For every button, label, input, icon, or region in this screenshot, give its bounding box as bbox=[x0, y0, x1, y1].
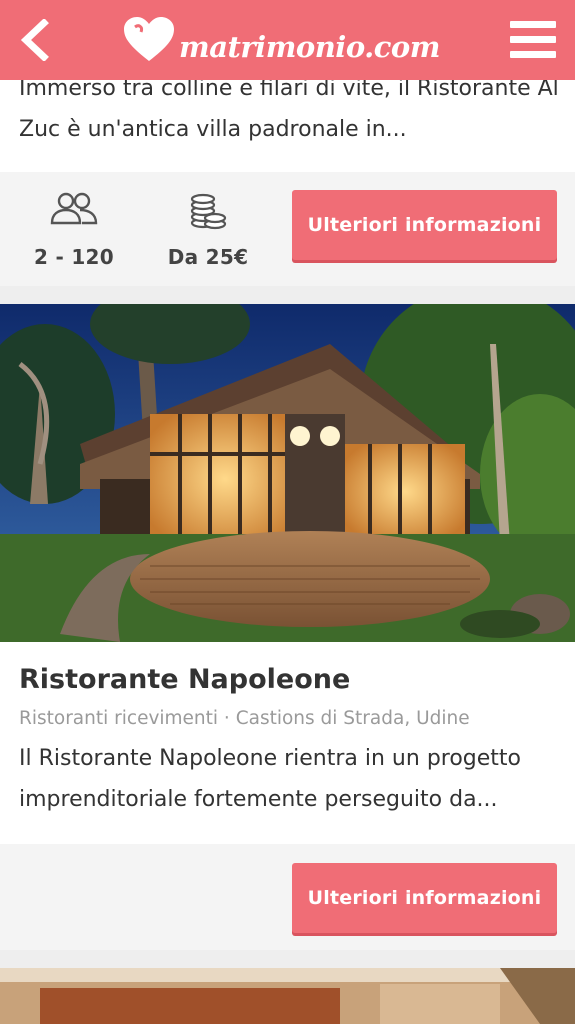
venue-description: Immerso tra colline e filari di vite, il… bbox=[19, 76, 559, 142]
coins-icon bbox=[190, 193, 227, 230]
venue-photo[interactable] bbox=[0, 304, 575, 642]
venue-category-location: Ristoranti ricevimenti · Castions di Str… bbox=[19, 708, 470, 729]
price-value: Da 25€ bbox=[167, 245, 249, 269]
guests-icon bbox=[50, 192, 98, 225]
venue-card-body[interactable]: Ristorante Napoleone Ristoranti ricevime… bbox=[0, 642, 575, 844]
guests-stat: 2 - 120 bbox=[14, 190, 134, 269]
venue-description: Il Ristorante Napoleone rientra in un pr… bbox=[19, 746, 522, 812]
site-logo[interactable]: matrimonio.com bbox=[121, 0, 440, 80]
venue-name[interactable]: Ristorante Napoleone bbox=[19, 664, 350, 695]
logo-wordmark: matrimonio.com bbox=[179, 30, 440, 64]
venue-card-footer: 2 - 120 Da 25€ Ulteriori informazioni bbox=[0, 172, 575, 286]
hamburger-menu-icon bbox=[509, 21, 556, 58]
venue-photo[interactable] bbox=[0, 968, 575, 1024]
venue-card-footer: Ulteriori informazioni bbox=[0, 844, 575, 950]
menu-button[interactable] bbox=[491, 0, 575, 80]
back-button[interactable] bbox=[0, 0, 70, 80]
guests-value: 2 - 120 bbox=[34, 245, 114, 269]
heart-logo-icon bbox=[121, 15, 177, 65]
price-stat: Da 25€ bbox=[148, 190, 268, 269]
more-info-button[interactable]: Ulteriori informazioni bbox=[292, 190, 557, 260]
more-info-button[interactable]: Ulteriori informazioni bbox=[292, 863, 557, 933]
chevron-left-icon bbox=[20, 19, 49, 61]
top-app-bar: matrimonio.com bbox=[0, 0, 575, 80]
